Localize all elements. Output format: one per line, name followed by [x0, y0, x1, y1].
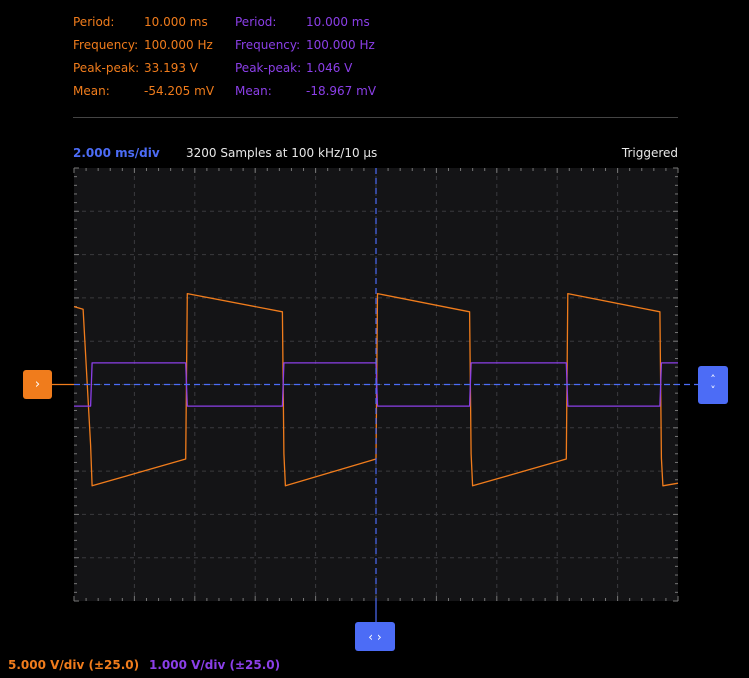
- trigger-level-marker[interactable]: ˄ ˅: [698, 366, 728, 404]
- chevron-right-icon: ›: [34, 377, 41, 392]
- scope-display[interactable]: [0, 0, 749, 678]
- chevron-down-icon: ˅: [710, 384, 716, 397]
- time-offset-marker[interactable]: ‹ ›: [355, 622, 395, 651]
- ch2-volts-per-div[interactable]: 1.000 V/div (±25.0): [149, 658, 280, 672]
- ch1-volts-per-div[interactable]: 5.000 V/div (±25.0): [8, 658, 139, 672]
- chevron-left-right-icon: ‹ ›: [368, 629, 382, 644]
- ch1-offset-marker[interactable]: ›: [23, 370, 52, 399]
